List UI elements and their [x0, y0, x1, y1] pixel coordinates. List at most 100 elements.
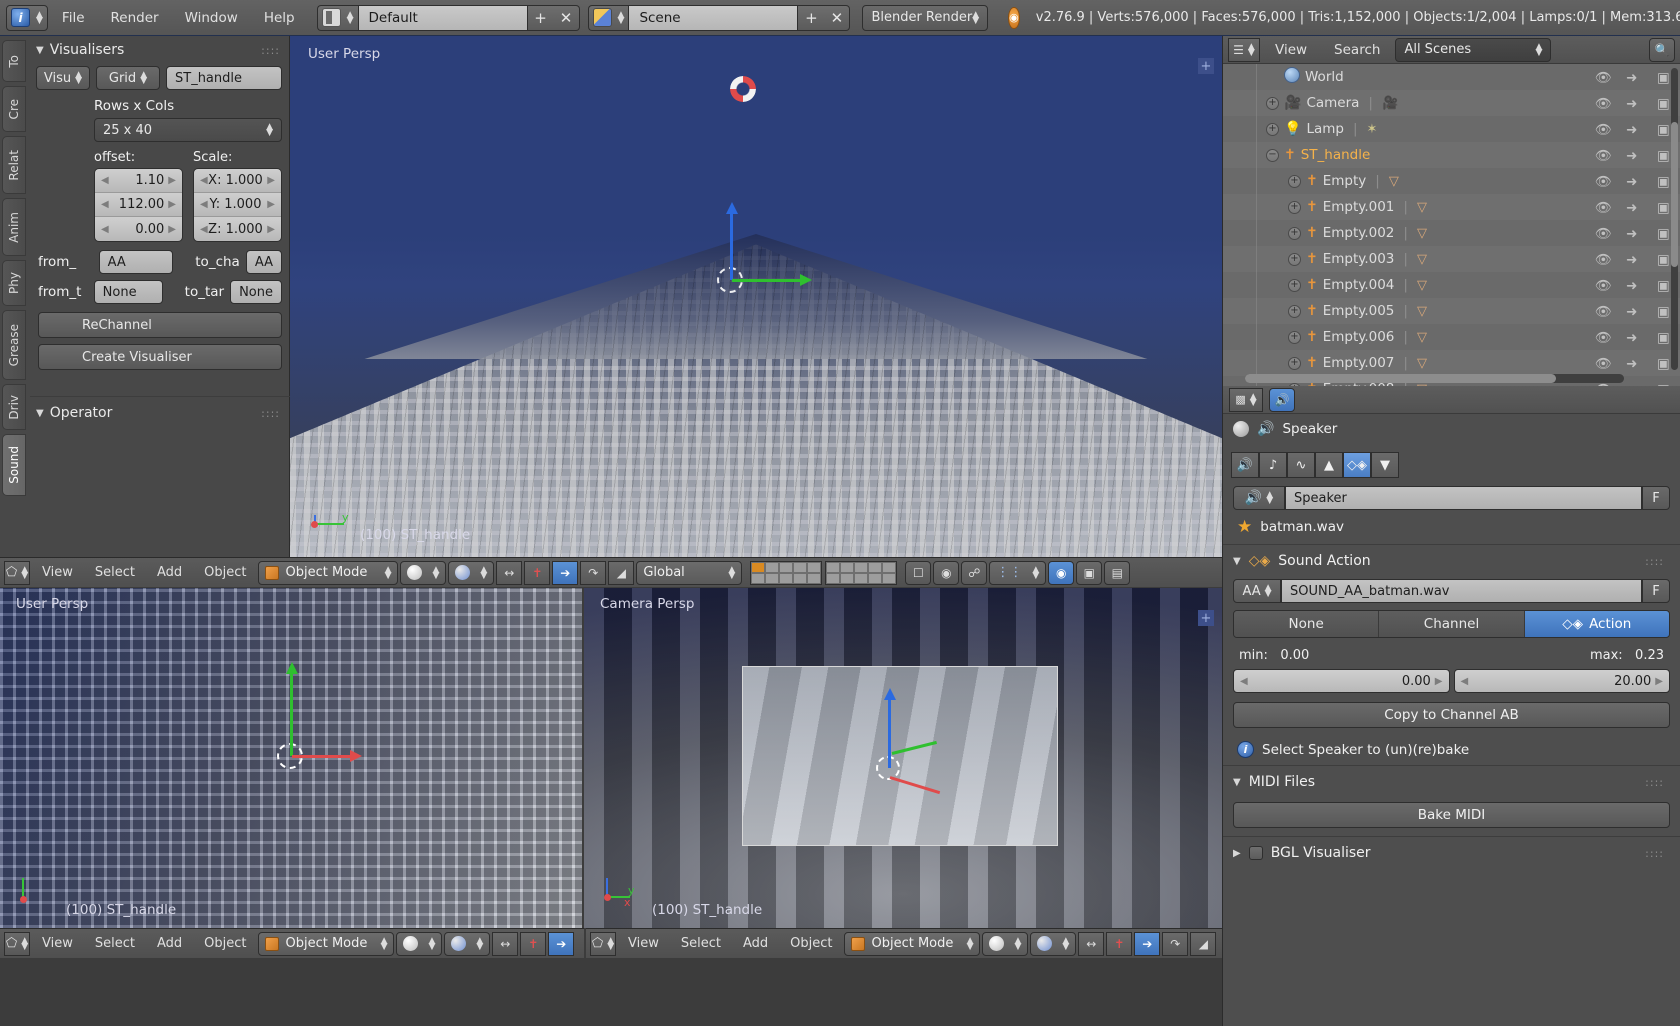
cone-icon[interactable]: ▽	[1417, 251, 1427, 267]
scene-selector[interactable]: ▲ ▼ Scene + ✕	[587, 4, 851, 31]
manipulator-translate-icon[interactable]: ✝	[524, 560, 551, 585]
outliner-expander[interactable]: +	[1288, 304, 1301, 318]
restrict-render-camera-icon[interactable]: ▣	[1657, 330, 1672, 346]
sidebar-item-physics[interactable]: Phy	[2, 260, 26, 306]
render-opengl-animation-icon[interactable]: ▤	[1104, 560, 1131, 585]
restrict-render-camera-icon[interactable]: ▣	[1657, 200, 1672, 216]
outliner-expander[interactable]: +	[1288, 252, 1301, 266]
restrict-render-camera-icon[interactable]: ▣	[1657, 226, 1672, 242]
restrict-render-camera-icon[interactable]: ▣	[1657, 252, 1672, 268]
viewport-menu-view[interactable]: View	[32, 561, 83, 585]
manipulator-rotate-icon[interactable]: ↷	[1162, 931, 1189, 956]
outliner-row-st-handle[interactable]: − ✝ ST_handle 👁 ➜ ▣	[1223, 142, 1680, 168]
render-engine-selector[interactable]: Blender Render ▲ ▼	[862, 4, 989, 31]
viewport-menu-select[interactable]: Select	[85, 561, 145, 585]
action-name-field[interactable]: SOUND_AA_batman.wav	[1281, 579, 1642, 603]
menu-render[interactable]: Render	[99, 5, 171, 31]
outliner-row-world[interactable]: World 👁 ➜ ▣	[1223, 64, 1680, 90]
restrict-render-camera-icon[interactable]: ▣	[1657, 304, 1672, 320]
bgl-checkbox[interactable]	[1248, 846, 1263, 860]
visualisers-panel-header[interactable]: ▼ Visualisers ::::	[30, 36, 290, 62]
restrict-view-eye-icon[interactable]: 👁	[1595, 96, 1612, 112]
outliner-row-empty-005[interactable]: + ✝ Empty.005 | ▽ 👁 ➜ ▣	[1223, 298, 1680, 324]
outliner-expander[interactable]: +	[1266, 122, 1279, 136]
cone-icon[interactable]: ▽	[1417, 303, 1427, 319]
manipulator-arrow-icon[interactable]: ➔	[548, 931, 575, 956]
restrict-render-camera-icon[interactable]: ▣	[1657, 174, 1672, 190]
proportional-edit-icon[interactable]: ◉	[933, 560, 960, 585]
visualiser-target-field[interactable]: ST_handle	[166, 66, 282, 90]
editor-type-selector-info[interactable]: i ▲ ▼	[6, 4, 48, 31]
interaction-mode-selector[interactable]: Object Mode ▲ ▼	[258, 931, 395, 956]
sidebar-item-drivers[interactable]: Driv	[2, 384, 26, 430]
manipulator-rotate-icon[interactable]: ↷	[580, 560, 607, 585]
viewport-menu-select[interactable]: Select	[671, 932, 731, 956]
cone-icon[interactable]: ▽	[1417, 355, 1427, 371]
restrict-select-cursor-icon[interactable]: ➜	[1626, 278, 1641, 294]
viewport-menu-object[interactable]: Object	[194, 561, 256, 585]
properties-tab-speaker[interactable]: 🔊	[1269, 387, 1295, 412]
restrict-view-eye-icon[interactable]: 👁	[1595, 278, 1612, 294]
outliner-tree[interactable]: World 👁 ➜ ▣ + 🎥 Camera | 🎥 👁 ➜ ▣ + 💡 Lamp | ✶ 👁 ➜ ▣ − ✝ ST_han…	[1223, 64, 1680, 386]
tab-speaker-icon[interactable]: 🔊	[1231, 452, 1259, 478]
restrict-select-cursor-icon[interactable]: ➜	[1626, 330, 1641, 346]
restrict-select-cursor-icon[interactable]: ➜	[1626, 148, 1641, 164]
restrict-view-eye-icon[interactable]: 👁	[1595, 304, 1612, 320]
cone-icon[interactable]: ▽	[1417, 225, 1427, 241]
editor-type-selector-outliner[interactable]: ☰ ▲ ▼	[1228, 37, 1260, 62]
viewport-menu-add[interactable]: Add	[147, 561, 192, 585]
viewport-bottom-left[interactable]: User Persp (100) ST_handle	[0, 588, 582, 928]
datablock-fake-user-button[interactable]: F	[1642, 486, 1670, 510]
restrict-select-cursor-icon[interactable]: ➜	[1626, 122, 1641, 138]
bake-midi-button[interactable]: Bake MIDI	[1233, 802, 1670, 828]
outliner-row-empty-003[interactable]: + ✝ Empty.003 | ▽ 👁 ➜ ▣	[1223, 246, 1680, 272]
editor-type-selector-3dview[interactable]: ⬠ ▲ ▼	[4, 931, 30, 956]
sidebar-item-grease-pencil[interactable]: Grease	[2, 310, 26, 380]
lamp-data-icon[interactable]: ✶	[1367, 121, 1378, 137]
add-screen-layout-button[interactable]: +	[527, 4, 554, 31]
outliner-display-mode[interactable]: All Scenes ▲ ▼	[1395, 37, 1552, 62]
screen-layout-selector[interactable]: ▲ ▼ Default + ✕	[316, 4, 580, 31]
pivot-point-selector[interactable]: ▲ ▼	[1030, 931, 1077, 956]
restrict-render-camera-icon[interactable]: ▣	[1657, 96, 1672, 112]
tab-waveform-icon[interactable]: ∿	[1287, 452, 1315, 478]
restrict-select-cursor-icon[interactable]: ➜	[1626, 70, 1641, 86]
bake-mode-channel[interactable]: Channel	[1379, 611, 1525, 637]
snap-target-icon[interactable]: ◉	[1048, 560, 1075, 585]
datablock-type-icon[interactable]: 🔊 ▲ ▼	[1233, 486, 1285, 510]
tab-filter-icon[interactable]: ▼	[1371, 452, 1399, 478]
scale-y-field[interactable]: ◀ Y: 1.000 ▶	[194, 193, 281, 217]
menu-window[interactable]: Window	[173, 5, 250, 31]
restrict-view-eye-icon[interactable]: 👁	[1595, 122, 1612, 138]
offset-x-field[interactable]: ◀ 1.10 ▶	[95, 169, 182, 193]
manipulator-scale-icon[interactable]: ◢	[608, 560, 635, 585]
outliner-menu-view[interactable]: View	[1263, 37, 1319, 63]
restrict-render-camera-icon[interactable]: ▣	[1657, 356, 1672, 372]
camera-data-icon[interactable]: 🎥	[1382, 95, 1398, 111]
bake-mode-action[interactable]: ◇◈ Action	[1524, 611, 1669, 637]
outliner-menu-search[interactable]: Search	[1322, 37, 1392, 63]
midi-files-panel-header[interactable]: ▼ MIDI Files ::::	[1223, 765, 1680, 796]
sidebar-item-relations[interactable]: Relat	[2, 136, 26, 194]
restrict-select-cursor-icon[interactable]: ➜	[1626, 174, 1641, 190]
sidebar-item-sound[interactable]: Sound	[2, 434, 26, 496]
viewport-add-panel-icon[interactable]: +	[1198, 610, 1214, 626]
outliner-row-camera[interactable]: + 🎥 Camera | 🎥 👁 ➜ ▣	[1223, 90, 1680, 116]
outliner-row-lamp[interactable]: + 💡 Lamp | ✶ 👁 ➜ ▣	[1223, 116, 1680, 142]
manipulator-arrow-icon[interactable]: ➔	[1134, 931, 1161, 956]
restrict-view-eye-icon[interactable]: 👁	[1595, 330, 1612, 346]
restrict-view-eye-icon[interactable]: 👁	[1595, 200, 1612, 216]
cone-icon[interactable]: ▽	[1417, 199, 1427, 215]
manipulator-toggle-button[interactable]: ↔	[1078, 931, 1105, 956]
render-opengl-icon[interactable]: ▣	[1076, 560, 1103, 585]
outliner-expander[interactable]: +	[1266, 96, 1279, 110]
editor-type-selector-properties[interactable]: ▩ ▲ ▼	[1229, 387, 1263, 412]
viewport-bottom-right[interactable]: Camera Persp (100) ST_handle y x +	[584, 588, 1222, 928]
from-channel-field[interactable]: AA	[98, 250, 174, 274]
viewport-menu-object[interactable]: Object	[780, 932, 842, 956]
viewport-main[interactable]: User Persp (100) ST_handle y +	[290, 36, 1222, 557]
tab-spectrum-icon[interactable]: ▲	[1315, 452, 1343, 478]
range-start-field[interactable]: ◀ 0.00 ▶	[1233, 669, 1450, 693]
delete-screen-layout-button[interactable]: ✕	[553, 4, 580, 31]
restrict-select-cursor-icon[interactable]: ➜	[1626, 200, 1641, 216]
